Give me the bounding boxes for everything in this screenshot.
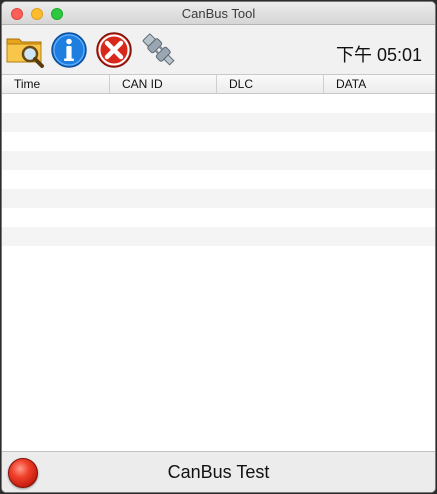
folder-search-icon xyxy=(6,38,44,68)
table-row xyxy=(2,208,435,227)
info-icon xyxy=(51,32,87,68)
table-row xyxy=(2,94,435,113)
window-title: CanBus Tool xyxy=(181,6,256,21)
column-header-data[interactable]: DATA xyxy=(324,75,435,94)
title-bar: CanBus Tool xyxy=(2,2,435,25)
table-header: Time CAN ID DLC DATA xyxy=(2,75,435,94)
table-row xyxy=(2,113,435,132)
plug-connector-icon xyxy=(142,33,175,66)
status-bar: CanBus Test xyxy=(2,451,435,492)
table-row xyxy=(2,151,435,170)
table-row xyxy=(2,227,435,246)
message-table-body[interactable] xyxy=(2,94,435,454)
status-text: CanBus Test xyxy=(167,462,270,482)
column-header-can-id[interactable]: CAN ID xyxy=(110,75,217,94)
close-circle-icon xyxy=(96,32,132,68)
table-row xyxy=(2,246,435,265)
table-row xyxy=(2,170,435,189)
table-row xyxy=(2,132,435,151)
column-header-dlc[interactable]: DLC xyxy=(217,75,324,94)
open-folder-button[interactable] xyxy=(5,30,45,70)
info-button[interactable] xyxy=(49,30,89,70)
column-header-time[interactable]: Time xyxy=(2,75,110,94)
app-window: CanBus Tool 下午 05:01 Time CAN ID DLC DAT… xyxy=(1,1,436,493)
clock-display: 下午 05:01 xyxy=(335,45,422,65)
table-row xyxy=(2,189,435,208)
connect-button[interactable] xyxy=(139,30,179,70)
toolbar: 下午 05:01 xyxy=(2,25,435,75)
stop-button[interactable] xyxy=(94,30,134,70)
